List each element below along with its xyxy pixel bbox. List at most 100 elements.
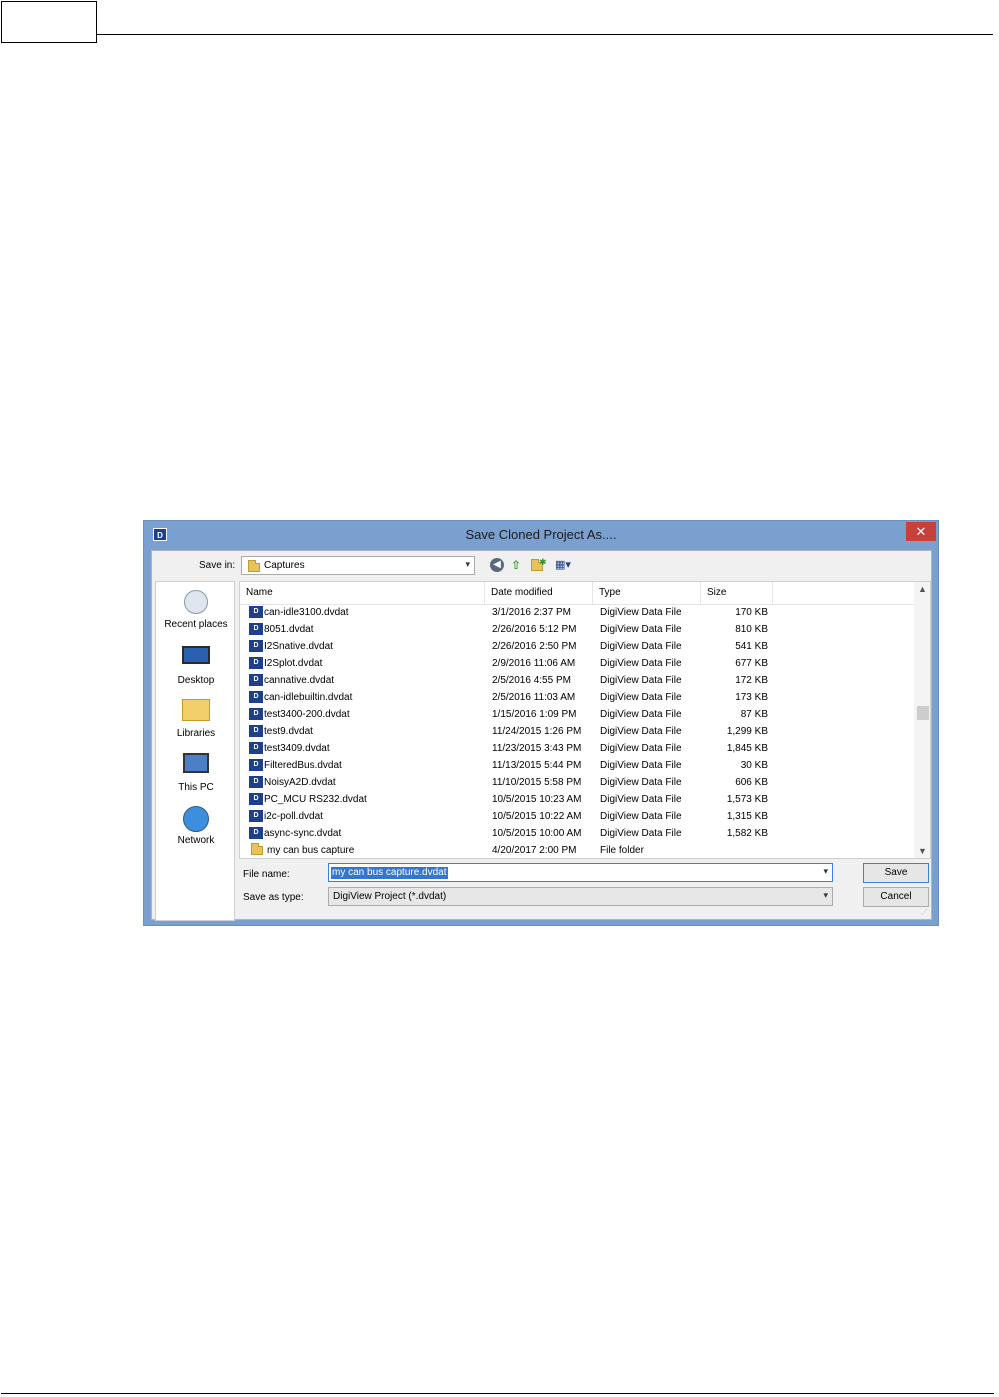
column-header-name[interactable]: Name <box>240 582 485 604</box>
file-size-cell: 173 KB <box>735 692 768 703</box>
column-header-row: Name Date modified Type Size <box>240 582 914 605</box>
digiview-file-icon: D <box>249 691 263 704</box>
column-header-type[interactable]: Type <box>593 582 701 604</box>
folder-row[interactable]: my can bus capture 4/20/2017 2:00 PM File … <box>240 842 914 858</box>
new-folder-icon[interactable]: ✱ <box>530 557 547 573</box>
scroll-thumb[interactable] <box>917 706 929 720</box>
file-type-cell: DigiView Data File <box>600 658 682 669</box>
place-recent-places[interactable]: Recent places <box>156 588 236 630</box>
file-date-cell: 1/15/2016 1:09 PM <box>492 709 577 720</box>
file-name-text: async-sync.dvdat <box>264 828 342 839</box>
this-pc-icon <box>183 753 209 773</box>
file-type-cell: DigiView Data File <box>600 692 682 703</box>
save-button[interactable]: Save <box>863 863 929 883</box>
vertical-scrollbar[interactable]: ▲ ▼ <box>914 582 930 858</box>
file-name-cell: my can bus capture <box>249 842 485 858</box>
file-name-text: can-idle3100.dvdat <box>264 607 349 618</box>
digiview-file-icon: D <box>249 623 263 636</box>
place-desktop[interactable]: Desktop <box>156 642 236 686</box>
file-type-cell: DigiView Data File <box>600 641 682 652</box>
views-menu-icon[interactable]: ▦▾ <box>552 557 574 573</box>
file-name-value: my can bus capture.dvdat <box>331 867 448 879</box>
file-row[interactable]: D FilteredBus.dvdat 11/13/2015 5:44 PM Digi… <box>240 757 914 774</box>
digiview-file-icon: D <box>249 708 263 721</box>
save-as-type-value: DigiView Project (*.dvdat) <box>333 891 447 902</box>
place-label: Recent places <box>164 619 228 630</box>
network-icon <box>183 806 209 832</box>
file-name-input[interactable]: my can bus capture.dvdat ▾ <box>328 863 833 882</box>
page-header-box <box>1 1 97 43</box>
file-row[interactable]: Di2c-poll.dvdat 10/5/2015 10:22 AM DigiVie… <box>240 808 914 825</box>
file-name-cell: D I2Splot.dvdat <box>249 655 485 672</box>
file-date-cell: 2/26/2016 2:50 PM <box>492 641 577 652</box>
column-header-size[interactable]: Size <box>701 582 773 604</box>
place-network[interactable]: Network <box>156 804 236 846</box>
file-name-cell: D PC_MCU RS232.dvdat <box>249 791 485 808</box>
file-row[interactable]: Dasync-sync.dvdat 10/5/2015 10:00 AM DigiV… <box>240 825 914 842</box>
file-name-text: can-idlebuiltin.dvdat <box>264 692 353 703</box>
file-size-cell: 87 KB <box>740 709 768 720</box>
file-name-text: test3409.dvdat <box>264 743 330 754</box>
file-name-text: 8051.dvdat <box>264 624 314 635</box>
digiview-file-icon: D <box>249 606 263 619</box>
digiview-file-icon: D <box>249 827 263 840</box>
file-type-cell: DigiView Data File <box>600 675 682 686</box>
file-row[interactable]: Dcannative.dvdat 2/5/2016 4:55 PM DigiView… <box>240 672 914 689</box>
cancel-button[interactable]: Cancel <box>863 887 929 907</box>
place-label: Libraries <box>176 728 216 739</box>
digiview-file-icon: D <box>249 759 263 772</box>
file-size-cell: 677 KB <box>735 658 768 669</box>
file-row[interactable]: Dtest3400-200.dvdat 1/15/2016 1:09 PM Digi… <box>240 706 914 723</box>
back-icon[interactable]: ◀ <box>490 558 504 572</box>
file-type-cell: File folder <box>600 845 644 856</box>
column-header-date[interactable]: Date modified <box>485 582 593 604</box>
file-name-cell: D I2Snative.dvdat <box>249 638 485 655</box>
file-row[interactable]: D I2Snative.dvdat 2/26/2016 2:50 PM DigiVie… <box>240 638 914 655</box>
file-name-cell: D NoisyA2D.dvdat <box>249 774 485 791</box>
file-type-cell: DigiView Data File <box>600 743 682 754</box>
file-row[interactable]: Dcan-idlebuiltin.dvdat 2/5/2016 11:03 AM D… <box>240 689 914 706</box>
resize-grip-icon[interactable]: ⋰ <box>921 909 929 917</box>
file-row[interactable]: D 8051.dvdat 2/26/2016 5:12 PM DigiView Dat… <box>240 621 914 638</box>
digiview-file-icon: D <box>249 742 263 755</box>
up-folder-icon[interactable]: ⇧ <box>509 557 523 573</box>
file-name-text: NoisyA2D.dvdat <box>264 777 336 788</box>
file-name-cell: Di2c-poll.dvdat <box>249 808 485 825</box>
file-row[interactable]: Dcan-idle3100.dvdat 3/1/2016 2:37 PM DigiV… <box>240 604 914 621</box>
file-type-cell: DigiView Data File <box>600 828 682 839</box>
file-name-cell: Dtest3400-200.dvdat <box>249 706 485 723</box>
file-date-cell: 3/1/2016 2:37 PM <box>492 607 571 618</box>
file-row[interactable]: D PC_MCU RS232.dvdat 10/5/2015 10:23 AM Dig… <box>240 791 914 808</box>
file-date-cell: 10/5/2015 10:23 AM <box>492 794 582 805</box>
file-list[interactable]: Name Date modified Type Size Dcan-idle31… <box>239 581 931 859</box>
folder-icon <box>251 842 263 855</box>
file-date-cell: 10/5/2015 10:00 AM <box>492 828 582 839</box>
file-type-cell: DigiView Data File <box>600 760 682 771</box>
digiview-file-icon: D <box>249 810 263 823</box>
dialog-title: Save Cloned Project As.... <box>465 527 617 542</box>
file-row[interactable]: D I2Splot.dvdat 2/9/2016 11:06 AM DigiView … <box>240 655 914 672</box>
scroll-up-icon[interactable]: ▲ <box>914 584 930 594</box>
scroll-down-icon[interactable]: ▼ <box>914 846 930 856</box>
place-this-pc[interactable]: This PC <box>156 750 236 793</box>
file-type-cell: DigiView Data File <box>600 607 682 618</box>
file-date-cell: 2/26/2016 5:12 PM <box>492 624 577 635</box>
save-as-type-label: Save as type: <box>243 892 304 903</box>
file-size-cell: 810 KB <box>735 624 768 635</box>
place-label: Network <box>177 835 215 846</box>
place-libraries[interactable]: Libraries <box>156 696 236 739</box>
dialog-titlebar[interactable]: D Save Cloned Project As.... ✕ <box>144 521 938 549</box>
chevron-down-icon[interactable]: ▾ <box>823 866 828 877</box>
digiview-file-icon: D <box>249 793 263 806</box>
file-name-cell: Dcan-idle3100.dvdat <box>249 604 485 621</box>
save-as-type-dropdown[interactable]: DigiView Project (*.dvdat) ▾ <box>328 887 833 906</box>
file-row[interactable]: Dtest9.dvdat 11/24/2015 1:26 PM DigiView D… <box>240 723 914 740</box>
recent-places-icon <box>184 590 208 614</box>
file-row[interactable]: D NoisyA2D.dvdat 11/10/2015 5:58 PM DigiVie… <box>240 774 914 791</box>
close-button[interactable]: ✕ <box>906 522 936 541</box>
place-label: This PC <box>178 782 214 793</box>
file-row[interactable]: Dtest3409.dvdat 11/23/2015 3:43 PM DigiVie… <box>240 740 914 757</box>
save-in-dropdown[interactable]: Captures ▾ <box>241 556 475 575</box>
file-size-cell: 1,315 KB <box>726 811 768 822</box>
file-name-cell: D FilteredBus.dvdat <box>249 757 485 774</box>
